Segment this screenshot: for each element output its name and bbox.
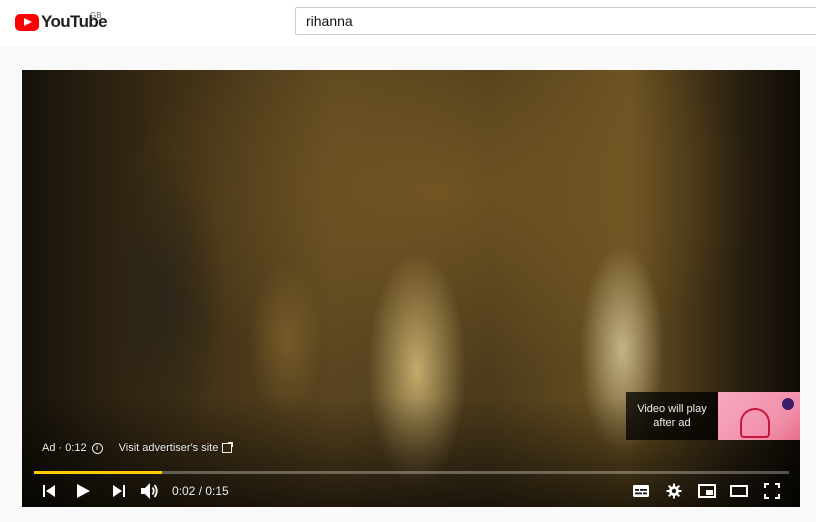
ad-label: Ad · 0:12 — [42, 442, 87, 454]
country-code: GB — [90, 11, 102, 20]
play-icon — [77, 484, 90, 498]
progress-bar[interactable] — [34, 471, 789, 474]
settings-button[interactable] — [661, 478, 687, 504]
mute-button[interactable] — [137, 478, 163, 504]
next-video-thumbnail[interactable] — [717, 392, 800, 440]
next-button[interactable] — [106, 478, 132, 504]
external-link-icon — [222, 442, 234, 453]
next-video-preview[interactable]: Video will play after ad — [626, 392, 800, 440]
fullscreen-icon — [764, 483, 780, 499]
search-input[interactable] — [295, 7, 816, 35]
progress-fill — [34, 471, 163, 474]
settings-icon — [666, 483, 682, 499]
info-icon[interactable]: i — [91, 442, 103, 454]
youtube-play-logo-icon — [15, 13, 39, 31]
time-display: 0:02 / 0:15 — [172, 484, 229, 498]
ad-info: Ad · 0:12 i Visit advertiser's site — [42, 442, 234, 454]
player-controls: 0:02 / 0:15 — [22, 478, 800, 504]
previous-button[interactable] — [36, 478, 62, 504]
next-video-label: Video will play after ad — [637, 403, 707, 429]
video-player[interactable]: Ad · 0:12 i Visit advertiser's site Vide… — [22, 70, 800, 507]
thumbnail-cage-shape — [739, 408, 770, 438]
volume-icon — [141, 483, 158, 499]
next-icon — [113, 485, 125, 497]
miniplayer-icon — [698, 484, 716, 498]
previous-icon — [43, 485, 55, 497]
subtitles-button[interactable] — [628, 478, 654, 504]
play-button[interactable] — [70, 478, 96, 504]
theater-mode-icon — [730, 485, 748, 497]
visit-advertiser-link[interactable]: Visit advertiser's site — [119, 442, 219, 454]
thumbnail-moon-shape — [782, 398, 794, 410]
masthead: YouTube GB — [0, 0, 816, 46]
miniplayer-button[interactable] — [694, 478, 720, 504]
fullscreen-button[interactable] — [759, 478, 785, 504]
theater-mode-button[interactable] — [726, 478, 752, 504]
subtitles-icon — [633, 485, 649, 497]
